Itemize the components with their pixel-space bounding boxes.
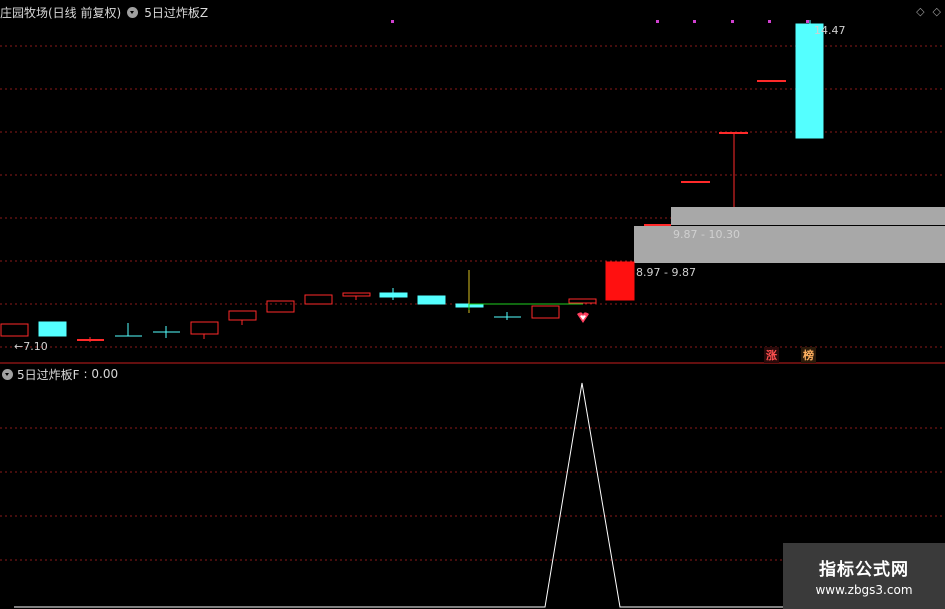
watermark-url: www.zbgs3.com: [815, 583, 913, 597]
heart-marker-icon: [577, 312, 589, 323]
price-high-label: 14.47: [814, 24, 846, 37]
badge-bang: 榜: [801, 347, 816, 363]
subpanel-value: : 0.00: [83, 367, 119, 381]
candle: [38, 321, 67, 337]
zone-upper: [671, 207, 945, 225]
badge-zhang: 涨: [764, 347, 779, 363]
candle: [228, 310, 257, 321]
chevron-down-icon[interactable]: [2, 368, 13, 380]
candle: [605, 261, 635, 301]
candle: [568, 298, 597, 304]
candles: [0, 20, 824, 342]
candle: [190, 321, 219, 335]
candle: [531, 305, 560, 319]
candle: [795, 23, 824, 139]
subpanel-title-bar: 5日过炸板F : 0.00: [2, 366, 118, 382]
candle: [342, 292, 371, 297]
candle: [266, 300, 295, 313]
watermark: 指标公式网 www.zbgs3.com: [783, 543, 945, 609]
watermark-name: 指标公式网: [819, 560, 909, 580]
zone-upper-label: 9.87 - 10.30: [673, 228, 740, 241]
signal-markers: [391, 20, 809, 23]
zone-lower-label: 8.97 - 9.87: [636, 266, 696, 279]
price-low-label: ←7.10: [14, 340, 48, 353]
sub-grid: [0, 427, 945, 561]
candle: [417, 295, 446, 305]
candle: [0, 323, 29, 337]
kline-chart[interactable]: [0, 0, 945, 609]
subpanel-indicator-name: 5日过炸板F: [17, 367, 80, 382]
candle: [304, 294, 333, 305]
